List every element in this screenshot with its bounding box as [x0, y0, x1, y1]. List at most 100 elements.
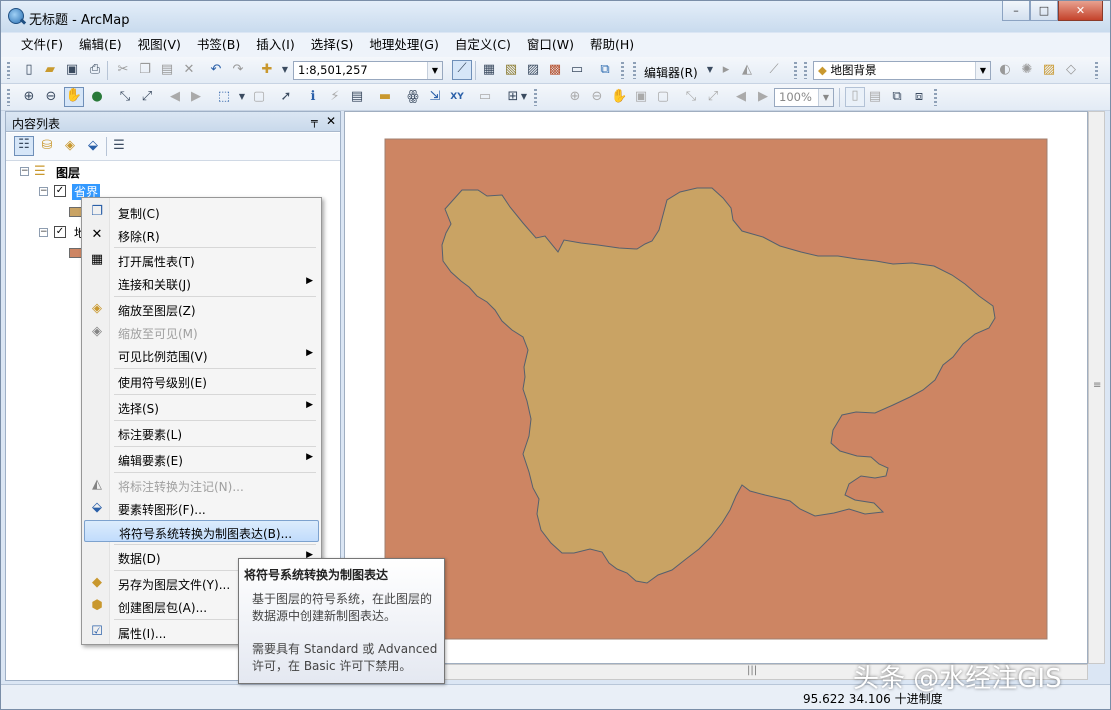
toggle-draft-mode-icon[interactable]: ▯ — [845, 87, 865, 107]
editor-menu[interactable]: 编辑器(R) — [644, 64, 698, 81]
layout-zoom-out-icon[interactable]: ⊖ — [589, 89, 605, 105]
chevron-down-icon[interactable]: ▼ — [277, 62, 293, 78]
back-extent-icon[interactable]: ◀ — [167, 89, 183, 105]
fixed-zoom-in-icon[interactable]: ⤡ — [117, 89, 133, 105]
vertical-scrollbar[interactable]: ≡ — [1088, 111, 1105, 664]
data-driven-pages-icon[interactable]: ⧈ — [911, 89, 927, 105]
menu-item-edit-features[interactable]: 编辑要素(E) ▶ — [84, 448, 319, 470]
menu-item-selection[interactable]: 选择(S) ▶ — [84, 396, 319, 418]
full-extent-icon[interactable]: ● — [89, 89, 105, 105]
find-route-icon[interactable]: ⇲ — [427, 89, 443, 105]
paste-icon[interactable]: ▤ — [159, 62, 175, 78]
new-document-icon[interactable]: ▯ — [21, 62, 37, 78]
list-by-source-icon[interactable]: ⛁ — [39, 138, 55, 154]
select-elements-icon[interactable]: ➚ — [278, 89, 294, 105]
menu-item-remove[interactable]: ✕ 移除(R) — [84, 224, 319, 246]
contrast-icon[interactable]: ◐ — [997, 62, 1013, 78]
menu-item-convert-features-to-graphics[interactable]: ⬙ 要素转图形(F)... — [84, 497, 319, 519]
chevron-down-icon[interactable]: ▼ — [516, 89, 532, 105]
swipe-icon[interactable]: ▨ — [1041, 62, 1057, 78]
menu-item-use-symbol-levels[interactable]: 使用符号级别(E) — [84, 370, 319, 392]
open-folder-icon[interactable]: ▰ — [42, 62, 58, 78]
search-window-icon[interactable]: ▨ — [525, 62, 541, 78]
toolbar-grip[interactable] — [804, 62, 807, 79]
fixed-zoom-in-layout-icon[interactable]: ⤡ — [683, 89, 699, 105]
list-by-drawing-order-icon[interactable]: ☷ — [14, 136, 34, 156]
menu-customize[interactable]: 自定义(C) — [447, 33, 519, 57]
scroll-grip-icon[interactable]: ≡ — [1093, 380, 1101, 391]
layout-pan-icon[interactable]: ✋ — [611, 89, 627, 105]
toolbar-grip[interactable] — [534, 89, 537, 106]
transparency-icon[interactable]: ◇ — [1063, 62, 1079, 78]
identify-icon[interactable]: ℹ — [305, 89, 321, 105]
toolbar-grip[interactable] — [621, 62, 624, 79]
close-button[interactable]: ✕ — [1058, 1, 1103, 21]
editor-toolbar-icon[interactable]: ⟋ — [452, 60, 472, 80]
effects-layer-combo[interactable]: ◆ 地图背景 ▼ — [813, 61, 991, 80]
list-by-selection-icon[interactable]: ⬙ — [85, 138, 101, 154]
focus-data-frame-icon[interactable]: ▤ — [867, 89, 883, 105]
edit-tool-icon[interactable]: ▸ — [718, 62, 734, 78]
fixed-zoom-out-icon[interactable]: ⤢ — [139, 89, 155, 105]
menu-file[interactable]: 文件(F) — [13, 33, 71, 57]
menu-item-visible-scale-range[interactable]: 可见比例范围(V) ▶ — [84, 344, 319, 366]
straight-segment-icon[interactable]: ⟋ — [766, 62, 782, 78]
hyperlink-icon[interactable]: ⚡ — [327, 89, 343, 105]
close-icon[interactable]: ✕ — [326, 114, 336, 128]
toolbar-grip[interactable] — [7, 62, 10, 79]
delete-icon[interactable]: ✕ — [181, 62, 197, 78]
add-data-icon[interactable]: ✚ — [259, 62, 275, 78]
menu-window[interactable]: 窗口(W) — [519, 33, 582, 57]
menu-item-joins-relates[interactable]: 连接和关联(J) ▶ — [84, 272, 319, 294]
forward-extent-icon[interactable]: ▶ — [188, 89, 204, 105]
menu-insert[interactable]: 插入(I) — [248, 33, 302, 57]
print-icon[interactable]: ⎙ — [87, 62, 103, 78]
toc-options-icon[interactable]: ☰ — [111, 138, 127, 154]
menu-bookmarks[interactable]: 书签(B) — [189, 33, 248, 57]
menu-edit[interactable]: 编辑(E) — [71, 33, 130, 57]
pin-icon[interactable]: ╤ — [311, 115, 318, 128]
menu-geoprocessing[interactable]: 地理处理(G) — [361, 33, 446, 57]
menu-item-copy[interactable]: ❐ 复制(C) — [84, 201, 319, 223]
chevron-down-icon[interactable]: ▼ — [702, 62, 718, 78]
menu-item-zoom-to-layer[interactable]: ◈ 缩放至图层(Z) — [84, 298, 319, 320]
chevron-down-icon[interactable]: ▼ — [427, 62, 442, 79]
redo-icon[interactable]: ↷ — [230, 62, 246, 78]
layout-zoom-in-icon[interactable]: ⊕ — [567, 89, 583, 105]
select-features-icon[interactable]: ⬚ — [216, 89, 232, 105]
measure-icon[interactable]: ▬ — [377, 89, 393, 105]
go-to-xy-icon[interactable]: XY — [449, 89, 465, 105]
copy-icon[interactable]: ❐ — [137, 62, 153, 78]
map-scale-combo[interactable]: 1:8,501,257 ▼ — [293, 61, 443, 80]
chevron-down-icon[interactable]: ▼ — [975, 62, 990, 79]
list-by-visibility-icon[interactable]: ◈ — [62, 138, 78, 154]
python-window-icon[interactable]: ▭ — [569, 62, 585, 78]
save-icon[interactable]: ▣ — [64, 62, 80, 78]
minimize-button[interactable]: – — [1002, 1, 1030, 21]
collapse-icon[interactable]: − — [20, 167, 29, 176]
undo-icon[interactable]: ↶ — [208, 62, 224, 78]
collapse-icon[interactable]: − — [39, 187, 48, 196]
maximize-button[interactable]: □ — [1030, 1, 1058, 21]
menu-help[interactable]: 帮助(H) — [582, 33, 642, 57]
fixed-zoom-out-layout-icon[interactable]: ⤢ — [705, 89, 721, 105]
menu-item-convert-symbology-to-representation[interactable]: 将符号系统转换为制图表达(B)... — [84, 520, 319, 542]
toolbar-grip[interactable] — [794, 62, 797, 79]
previous-extent-layout-icon[interactable]: ◀ — [733, 89, 749, 105]
layers-root-label[interactable]: 图层 — [56, 164, 80, 181]
arctoolbox-icon[interactable]: ▩ — [547, 62, 563, 78]
brightness-icon[interactable]: ✺ — [1019, 62, 1035, 78]
html-popup-icon[interactable]: ▤ — [349, 89, 365, 105]
toolbar-grip[interactable] — [1095, 62, 1098, 79]
model-builder-icon[interactable]: ⧉ — [597, 62, 613, 78]
edit-annotation-icon[interactable]: ◭ — [739, 62, 755, 78]
layer-visibility-checkbox[interactable]: ✓ — [54, 185, 66, 197]
catalog-icon[interactable]: ▧ — [503, 62, 519, 78]
layer-visibility-checkbox[interactable]: ✓ — [54, 226, 66, 238]
time-slider-icon[interactable]: ▭ — [477, 89, 493, 105]
zoom-whole-page-icon[interactable]: ▣ — [633, 89, 649, 105]
change-layout-icon[interactable]: ⧉ — [889, 89, 905, 105]
collapse-icon[interactable]: − — [39, 228, 48, 237]
menu-item-label-features[interactable]: 标注要素(L) — [84, 422, 319, 444]
menu-item-open-attribute-table[interactable]: ▦ 打开属性表(T) — [84, 249, 319, 271]
